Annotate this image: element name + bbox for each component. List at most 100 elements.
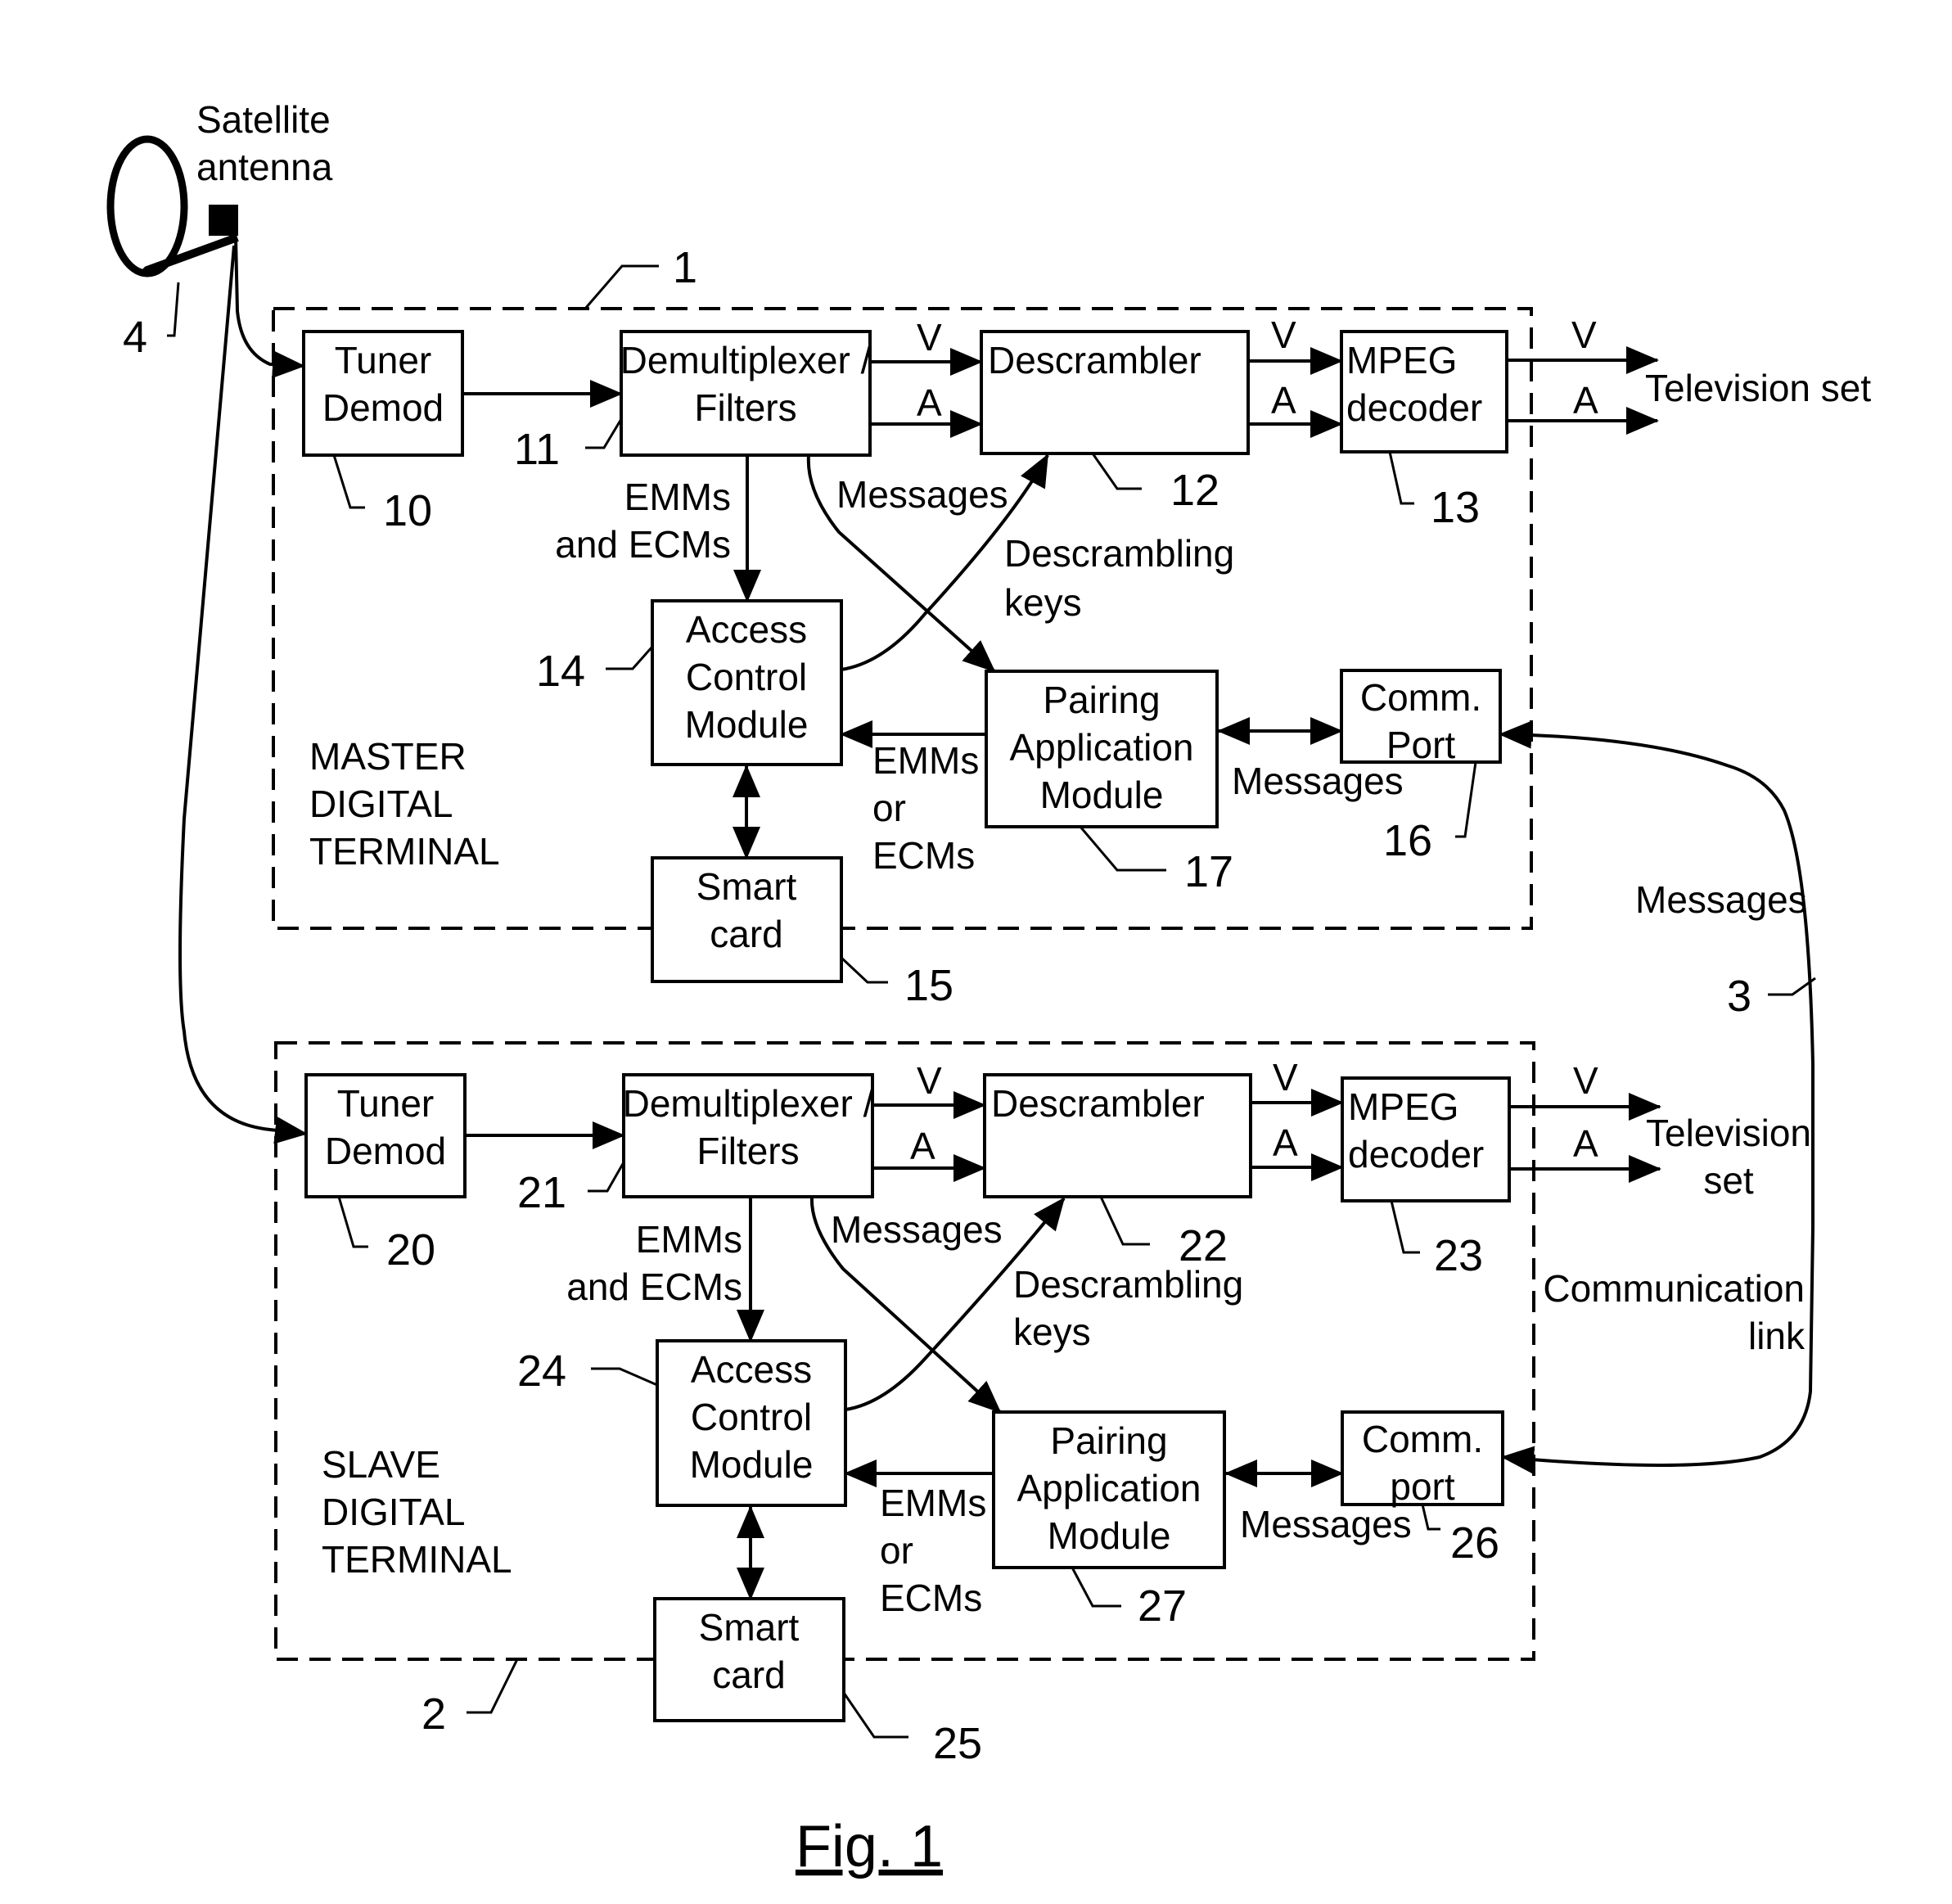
slave-title-line1: SLAVE bbox=[322, 1443, 440, 1486]
slave-title-line2: DIGITAL bbox=[322, 1491, 466, 1533]
slave-keys-label-line2: keys bbox=[1013, 1311, 1091, 1353]
slave-emm-or-label-line2: or bbox=[880, 1529, 913, 1572]
slave-demux-label-line1: Demultiplexer / bbox=[623, 1082, 874, 1125]
master-ref-leader bbox=[584, 264, 659, 309]
master-television-set-label: Television set bbox=[1645, 367, 1871, 409]
antenna-label-line2: antenna bbox=[196, 146, 333, 188]
slave-mpeg-label-line1: MPEG bbox=[1348, 1085, 1458, 1128]
slave-ref-leader bbox=[467, 1658, 519, 1714]
slave-access-label-line1: Access bbox=[691, 1348, 812, 1391]
diagram-canvas: Satellite antenna 4 1 MASTER DIGITAL TER… bbox=[106, 98, 1871, 1879]
master-emm-label-line2: and ECMs bbox=[555, 523, 731, 566]
master-smartcard-ref: 15 bbox=[904, 961, 953, 1010]
slave-keys-label-line1: Descrambling bbox=[1013, 1263, 1243, 1306]
master-access-label-line1: Access bbox=[686, 608, 807, 651]
slave-access-ref-leader bbox=[591, 1367, 658, 1387]
slave-comm-label-line2: port bbox=[1390, 1465, 1454, 1508]
link-label-line1: Communication bbox=[1543, 1267, 1805, 1310]
slave-smartcard-ref: 25 bbox=[933, 1719, 982, 1768]
master-pairing-comm-label: Messages bbox=[1232, 760, 1404, 802]
master-messages-label: Messages bbox=[836, 473, 1008, 516]
master-smartcard-ref-leader bbox=[840, 956, 888, 984]
master-demux-ref-leader bbox=[585, 418, 623, 449]
slave-pairing-ref-leader bbox=[1071, 1567, 1121, 1608]
master-pairing-label-line2: Application bbox=[1009, 726, 1193, 769]
master-tuner-ref-leader bbox=[332, 454, 365, 509]
slave-smartcard-ref-leader bbox=[842, 1692, 908, 1739]
master-title-line3: TERMINAL bbox=[309, 830, 500, 873]
master-demux-ref: 11 bbox=[514, 425, 560, 474]
slave-emm-or-label-line3: ECMs bbox=[880, 1577, 982, 1619]
master-pairing-ref: 17 bbox=[1184, 847, 1233, 896]
master-comm-ref: 16 bbox=[1383, 816, 1432, 865]
master-ref: 1 bbox=[673, 243, 697, 292]
slave-ref: 2 bbox=[422, 1690, 446, 1739]
slave-tuner-ref: 20 bbox=[386, 1225, 435, 1275]
master-access-label-line3: Module bbox=[685, 703, 809, 746]
master-tv-audio-label: A bbox=[1573, 379, 1598, 422]
master-keys-label-line1: Descrambling bbox=[1004, 532, 1234, 575]
master-emm-label-line1: EMMs bbox=[624, 476, 731, 518]
slave-title-line3: TERMINAL bbox=[322, 1538, 512, 1581]
master-emm-or-label-line1: EMMs bbox=[872, 739, 979, 782]
master-descrambler-label: Descrambler bbox=[988, 339, 1201, 381]
slave-demux-ref-leader bbox=[588, 1162, 625, 1193]
slave-descrambler-ref-leader bbox=[1099, 1196, 1150, 1246]
master-access-ref-leader bbox=[606, 646, 654, 670]
master-emm-or-label-line2: or bbox=[872, 787, 906, 829]
slave-access-ref: 24 bbox=[517, 1347, 566, 1396]
slave-comm-label-line1: Comm. bbox=[1362, 1418, 1483, 1460]
slave-access-label-line2: Control bbox=[691, 1396, 812, 1438]
slave-access-label-line3: Module bbox=[690, 1443, 814, 1486]
slave-descr-video-label: V bbox=[1273, 1056, 1298, 1099]
link-ref: 3 bbox=[1727, 972, 1751, 1021]
slave-emm-label-line1: EMMs bbox=[636, 1218, 742, 1261]
master-pairing-ref-leader bbox=[1079, 826, 1166, 872]
slave-tuner-label-line2: Demod bbox=[325, 1130, 446, 1172]
slave-tuner-label-line1: Tuner bbox=[337, 1082, 434, 1125]
master-tuner-label-line1: Tuner bbox=[335, 339, 431, 381]
antenna-ref: 4 bbox=[123, 313, 147, 362]
master-pairing-label-line1: Pairing bbox=[1043, 679, 1160, 721]
slave-pairing-label-line1: Pairing bbox=[1050, 1419, 1167, 1462]
cable-to-slave-tuner bbox=[178, 245, 308, 1144]
link-label-line2: link bbox=[1748, 1315, 1805, 1357]
link-messages-label: Messages bbox=[1635, 878, 1807, 921]
master-demux-label-line2: Filters bbox=[694, 386, 796, 429]
figure-label: Fig. 1 bbox=[796, 1814, 943, 1879]
master-mpeg-ref-leader bbox=[1388, 451, 1414, 505]
master-terminal: 1 MASTER DIGITAL TERMINAL Tuner Demod 10… bbox=[272, 243, 1871, 1010]
master-demux-label-line1: Demultiplexer / bbox=[620, 339, 872, 381]
master-descr-audio-label: A bbox=[1271, 379, 1296, 422]
master-emm-or-label-line3: ECMs bbox=[872, 834, 975, 877]
antenna-ref-leader bbox=[167, 282, 180, 337]
master-tuner-label-line2: Demod bbox=[322, 386, 444, 429]
master-descrambler-ref: 12 bbox=[1170, 466, 1219, 515]
satellite-antenna: Satellite antenna 4 bbox=[106, 98, 333, 362]
link-ref-leader bbox=[1768, 977, 1816, 996]
master-pairing-label-line3: Module bbox=[1040, 774, 1164, 816]
slave-demux-video-label: V bbox=[917, 1059, 942, 1102]
antenna-dish-icon bbox=[106, 135, 188, 277]
slave-mpeg-ref: 23 bbox=[1434, 1231, 1483, 1280]
master-demux-audio-label: A bbox=[917, 381, 942, 424]
master-demux-video-label: V bbox=[917, 316, 942, 359]
slave-descr-audio-label: A bbox=[1273, 1121, 1298, 1164]
master-comm-label-line1: Comm. bbox=[1360, 676, 1481, 719]
slave-demux-label-line2: Filters bbox=[696, 1130, 799, 1172]
master-tv-video-label: V bbox=[1571, 314, 1597, 356]
slave-mpeg-label-line2: decoder bbox=[1348, 1133, 1484, 1175]
master-keys-label-line2: keys bbox=[1004, 581, 1082, 624]
slave-pairing-label-line2: Application bbox=[1017, 1467, 1201, 1509]
slave-demux-audio-label: A bbox=[910, 1125, 935, 1167]
slave-pairing-label-line3: Module bbox=[1048, 1514, 1171, 1557]
slave-pairing-comm-label: Messages bbox=[1240, 1503, 1412, 1545]
master-tuner-ref: 10 bbox=[383, 486, 432, 535]
master-smartcard-label-line2: card bbox=[710, 913, 782, 955]
slave-emm-or-label-line1: EMMs bbox=[880, 1482, 986, 1524]
master-descr-video-label: V bbox=[1271, 314, 1296, 356]
master-comm-ref-leader bbox=[1455, 761, 1477, 838]
antenna-arm bbox=[140, 233, 239, 277]
antenna-label-line1: Satellite bbox=[196, 98, 331, 141]
master-title-line2: DIGITAL bbox=[309, 783, 453, 825]
